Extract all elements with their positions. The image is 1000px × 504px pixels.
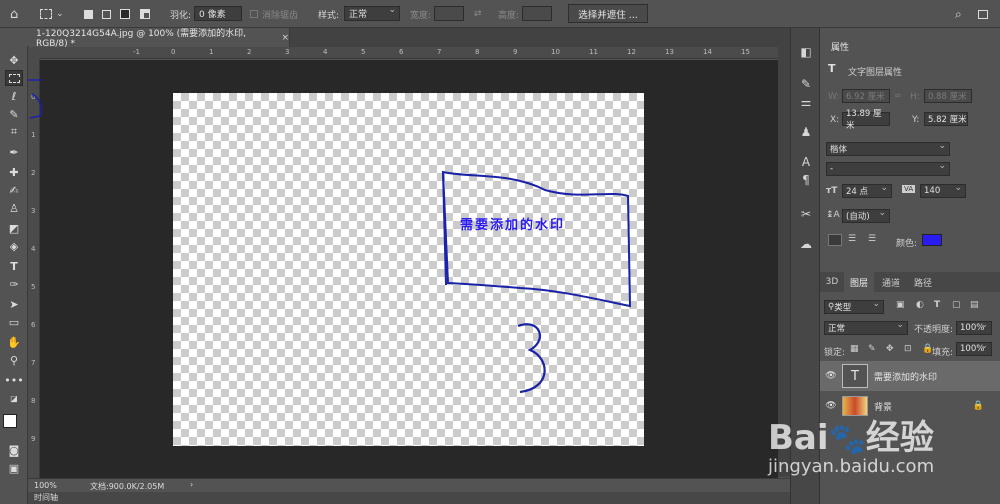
tab-3d[interactable]: 3D bbox=[820, 272, 844, 292]
tools-preset-icon[interactable]: ✂ bbox=[797, 206, 815, 222]
leading-icon: ↨A bbox=[826, 210, 840, 220]
number-3-label: 3 bbox=[500, 310, 501, 311]
tab-paths[interactable]: 路径 bbox=[908, 272, 938, 292]
baidu-watermark-brand: Bai🐾经验 bbox=[768, 418, 934, 458]
font-family-select[interactable]: 楷体 bbox=[826, 141, 950, 156]
timeline-label: 时间轴 bbox=[34, 493, 58, 502]
watermark-text[interactable]: 需要添加的水印 bbox=[460, 214, 610, 233]
doc-info[interactable]: 文档:900.0K/2.05M bbox=[90, 481, 164, 492]
paragraph-icon[interactable]: ¶ bbox=[797, 172, 815, 188]
x-field[interactable]: 13.89 厘米 bbox=[842, 109, 890, 131]
w-label: W: bbox=[828, 92, 840, 102]
layer-name[interactable]: 需要添加的水印 bbox=[874, 370, 937, 383]
text-layer-thumbnail: T bbox=[842, 364, 868, 388]
blend-mode-select[interactable]: 正常 bbox=[824, 320, 908, 335]
zoom-level[interactable]: 100% bbox=[34, 481, 57, 490]
lock-artboard-icon[interactable]: ⊡ bbox=[904, 344, 912, 354]
color-label: 颜色: bbox=[896, 239, 918, 249]
status-bar: 100% 文档:900.0K/2.05M › bbox=[28, 478, 790, 492]
fill-label: 填充: bbox=[932, 348, 954, 358]
leading-select[interactable]: (自动) bbox=[842, 208, 890, 223]
h-field[interactable]: 0.88 厘米 bbox=[924, 89, 972, 103]
libraries-icon[interactable]: ☁ bbox=[797, 236, 815, 252]
w-field[interactable]: 6.92 厘米 bbox=[842, 89, 890, 103]
link-icon[interactable]: ∞ bbox=[894, 91, 902, 101]
font-size-select[interactable]: 24 点 bbox=[842, 183, 892, 198]
history-icon[interactable]: ◧ bbox=[797, 44, 815, 60]
lock-position-icon[interactable]: ✥ bbox=[886, 344, 894, 354]
left-edge-annotation bbox=[28, 79, 43, 119]
align-right-icon[interactable]: ☰ bbox=[868, 234, 876, 244]
status-menu-icon[interactable]: › bbox=[190, 480, 193, 489]
lock-transparent-icon[interactable]: ▦ bbox=[850, 344, 859, 354]
number-3-annotation bbox=[517, 323, 546, 394]
text-layer-icon: T bbox=[828, 62, 836, 75]
filter-pixel-icon[interactable]: ▣ bbox=[896, 300, 905, 310]
tab-channels[interactable]: 通道 bbox=[876, 272, 906, 292]
y-field[interactable]: 5.82 厘米 bbox=[924, 112, 968, 126]
layer-filter-select[interactable]: ⚲ 类型 bbox=[824, 299, 884, 314]
font-style-select[interactable]: - bbox=[826, 161, 950, 176]
opacity-field[interactable]: 100% bbox=[956, 320, 992, 335]
align-left-icon[interactable] bbox=[828, 234, 842, 246]
filter-type-icon[interactable]: T bbox=[934, 300, 940, 310]
tracking-icon: VA bbox=[902, 185, 916, 193]
text-color-swatch[interactable] bbox=[922, 234, 942, 246]
watermark-outline-annotation bbox=[441, 170, 632, 308]
fill-field[interactable]: 100% bbox=[956, 341, 992, 356]
brush-settings-icon[interactable]: ✎ bbox=[797, 76, 815, 92]
channels-icon[interactable]: ♟ bbox=[797, 124, 815, 140]
layer-row-text[interactable]: 👁 T 需要添加的水印 bbox=[820, 361, 1000, 391]
text-layer-properties-title: 文字图层属性 bbox=[848, 68, 903, 78]
timeline-panel-tab[interactable]: 时间轴 bbox=[28, 492, 790, 504]
properties-panel-tab[interactable]: 属性 bbox=[820, 36, 860, 56]
baidu-watermark-url: jingyan.baidu.com bbox=[768, 456, 935, 477]
eye-icon[interactable]: 👁 bbox=[820, 371, 842, 381]
tracking-select[interactable]: 140 bbox=[920, 183, 966, 198]
filter-adjust-icon[interactable]: ◐ bbox=[916, 300, 924, 310]
adjustments-icon[interactable]: ⚌ bbox=[797, 94, 815, 110]
lock-label: 锁定: bbox=[824, 348, 846, 358]
font-size-icon: ᴛT bbox=[826, 186, 838, 196]
opacity-label: 不透明度: bbox=[914, 325, 954, 335]
align-center-icon[interactable]: ☰ bbox=[848, 234, 856, 244]
filter-shape-icon[interactable]: ▢ bbox=[952, 300, 961, 310]
x-label: X: bbox=[830, 115, 840, 125]
filter-smart-icon[interactable]: ▤ bbox=[970, 300, 979, 310]
character-icon[interactable]: A bbox=[797, 154, 815, 170]
tab-layers[interactable]: 图层 bbox=[844, 272, 874, 292]
y-label: Y: bbox=[912, 115, 920, 125]
lock-pixels-icon[interactable]: ✎ bbox=[868, 344, 876, 354]
h-label: H: bbox=[910, 92, 920, 102]
layer-lock-icon: 🔒 bbox=[972, 401, 984, 411]
